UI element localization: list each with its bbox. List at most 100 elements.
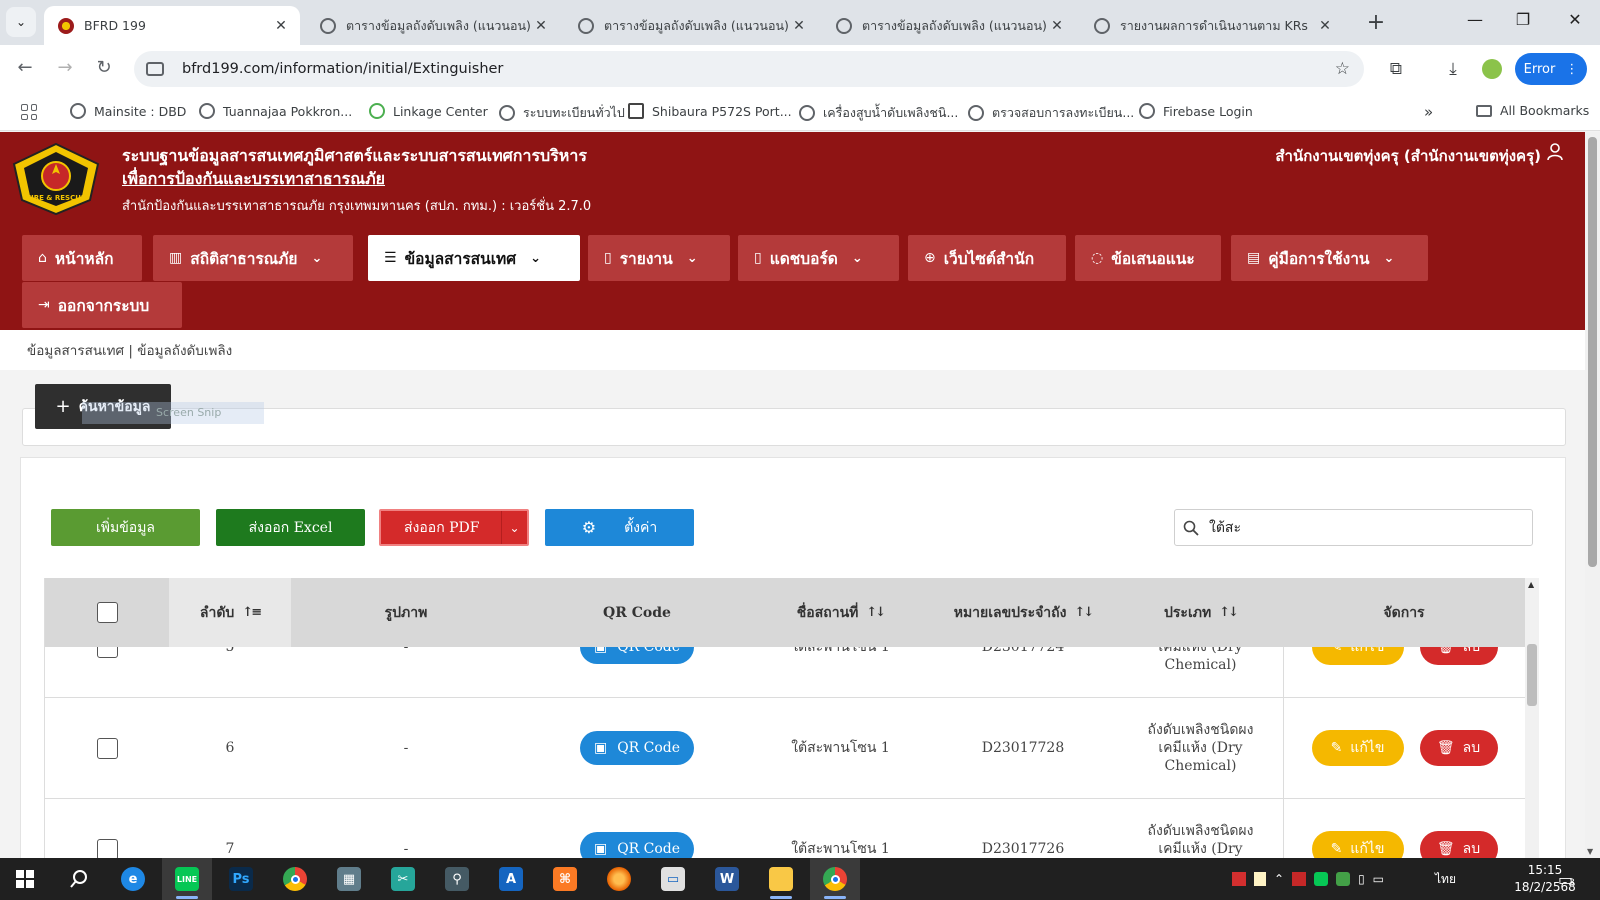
network-icon[interactable]: ▭ [1373,872,1384,886]
bookmark-item[interactable]: เครื่องสูบน้ำดับเพลิงชนิ... [799,103,958,123]
battery-icon[interactable]: ▯ [1358,872,1365,886]
delete-button[interactable]: 🗑 ลบ [1419,831,1498,858]
page-scrollbar-thumb[interactable] [1588,137,1597,567]
user-icon[interactable] [1547,143,1563,161]
taskbar-app-xampp[interactable]: ⌘ [540,858,590,900]
more-bookmarks-icon[interactable]: » [1424,103,1433,121]
chevron-down-icon[interactable]: ⌄ [501,511,527,544]
menu-website[interactable]: ⊕ เว็บไซต์สำนัก [908,235,1066,281]
site-info-icon[interactable] [146,62,164,76]
row-checkbox[interactable] [96,838,118,858]
tray-security-icon[interactable] [1336,872,1351,886]
bookmark-item[interactable]: ระบบทะเบียนทั่วไป [499,103,625,123]
browser-tab[interactable]: ตารางข้อมูลถังดับเพลิง (แนวนอน) 18 ✕ [822,6,1076,45]
window-close-icon[interactable]: ✕ [1560,10,1590,29]
taskbar-app-calculator[interactable]: ▦ [324,858,374,900]
tab-search-button[interactable]: ⌄ [6,7,36,37]
scroll-up-icon[interactable]: ▲ [1528,580,1534,589]
column-header-tank-number[interactable]: หมายเลขประจำถัง ↑↓ [928,578,1118,647]
user-name[interactable]: สำนักงานเขตทุ่งครุ (สำนักงานเขตทุ่งครุ) [1275,144,1541,168]
bookmark-item[interactable]: Firebase Login [1139,103,1253,119]
add-data-button[interactable]: เพิ่มข้อมูล [51,509,200,546]
download-icon[interactable]: ⤓ [1441,59,1465,79]
menu-reports[interactable]: ▯ รายงาน ⌄ [588,235,730,281]
taskbar-app-word[interactable]: W [702,858,752,900]
taskbar-app-satellite[interactable]: ⚲ [432,858,482,900]
menu-manual[interactable]: ▤ คู่มือการใช้งาน ⌄ [1231,235,1428,281]
taskbar-app-explorer[interactable] [756,858,806,900]
language-indicator[interactable]: ไทย [1435,858,1456,900]
bookmark-item[interactable]: ตรวจสอบการลงทะเบียน... [968,103,1134,123]
menu-logout[interactable]: ⇥ ออกจากระบบ [22,282,182,328]
edit-button[interactable]: ✎ แก้ไข [1311,831,1404,858]
row-checkbox[interactable] [96,647,118,658]
forward-icon[interactable]: → [52,57,78,78]
qr-code-button[interactable]: ▣ QR Code [580,731,694,765]
delete-button[interactable]: 🗑 ลบ [1419,647,1498,665]
bookmark-item[interactable]: Mainsite : DBD [70,103,186,119]
taskbar-app-ie[interactable]: e [108,858,158,900]
tray-app-icon[interactable] [1232,872,1246,886]
taskbar-app-snip[interactable]: ✂ [378,858,428,900]
new-tab-icon[interactable]: + [1364,10,1388,35]
browser-tab-active[interactable]: BFRD 199 ✕ [44,6,300,45]
address-bar[interactable]: bfrd199.com/information/initial/Extingui… [134,51,1364,87]
close-icon[interactable]: ✕ [272,18,290,34]
start-button[interactable] [0,858,50,900]
export-excel-button[interactable]: ส่งออก Excel [216,509,365,546]
column-header-order[interactable]: ลำดับ ↑≡ [169,578,291,647]
reload-icon[interactable]: ↻ [91,57,117,78]
taskbar-app-chrome[interactable] [270,858,320,900]
edit-button[interactable]: ✎ แก้ไข [1311,730,1404,766]
taskbar-app-firefox[interactable] [594,858,644,900]
taskbar-app-line[interactable]: LINE [162,858,212,900]
menu-information[interactable]: ☰ ข้อมูลสารสนเทศ ⌄ [368,235,580,281]
address-url[interactable]: bfrd199.com/information/initial/Extingui… [182,61,503,77]
restore-icon[interactable]: ❐ [1508,10,1538,29]
close-icon[interactable]: ✕ [1048,18,1066,34]
browser-tab[interactable]: ตารางข้อมูลถังดับเพลิง (แนวนอน) 18 ✕ [564,6,818,45]
bookmark-star-icon[interactable]: ☆ [1335,59,1350,79]
extensions-icon[interactable]: ⧉ [1384,59,1408,79]
menu-statistics[interactable]: ▥ สถิติสาธารณภัย ⌄ [153,235,353,281]
profile-avatar[interactable] [1482,59,1502,79]
menu-home[interactable]: ⌂ หน้าหลัก [22,235,142,281]
bookmark-item[interactable]: Linkage Center [369,103,488,119]
apps-grid-icon[interactable] [21,104,37,120]
browser-tab[interactable]: รายงานผลการดำเนินงานตาม KRs ✕ [1080,6,1344,45]
close-icon[interactable]: ✕ [790,18,808,34]
edit-button[interactable]: ✎ แก้ไข [1311,647,1404,665]
qr-code-button[interactable]: ▣ QR Code [580,647,694,664]
back-icon[interactable]: ← [12,57,38,78]
taskbar-app-navigator[interactable]: A [486,858,536,900]
bookmark-item[interactable]: Tuannajaa Pokkron... [199,103,352,119]
taskbar-search[interactable] [54,858,104,900]
tray-acrobat-icon[interactable] [1292,872,1307,886]
row-checkbox[interactable] [96,737,118,759]
taskbar-app-photoshop[interactable]: Ps [216,858,266,900]
menu-feedback[interactable]: ◌ ข้อเสนอแนะ [1075,235,1221,281]
menu-dashboard[interactable]: ▯ แดชบอร์ด ⌄ [738,235,899,281]
browser-tab[interactable]: ตารางข้อมูลถังดับเพลิง (แนวนอน) 18 ✕ [306,6,560,45]
page-scrollbar[interactable]: ▼ [1585,132,1600,858]
table-scrollbar-thumb[interactable] [1527,644,1537,706]
select-all-checkbox[interactable] [96,602,118,623]
qr-code-button[interactable]: ▣ QR Code [580,832,694,858]
minimize-icon[interactable]: — [1460,10,1490,29]
column-header-type[interactable]: ประเภท ↑↓ [1118,578,1283,647]
tray-note-icon[interactable] [1254,872,1266,886]
scroll-down-icon[interactable]: ▼ [1587,847,1593,856]
taskbar-app-chrome-active[interactable] [810,858,860,900]
bookmark-item[interactable]: Shibaura P572S Port... [628,103,792,119]
notification-center[interactable]: ▭ 3 [1558,858,1575,900]
close-icon[interactable]: ✕ [1316,18,1334,34]
tray-line-icon[interactable] [1314,872,1329,886]
all-bookmarks[interactable]: All Bookmarks [1476,103,1589,118]
settings-button[interactable]: ⚙ ตั้งค่า [545,509,694,546]
table-search-input[interactable]: ใต้สะ [1174,509,1533,546]
close-icon[interactable]: ✕ [532,18,550,34]
export-pdf-button[interactable]: ส่งออก PDF ⌄ [379,509,529,546]
taskbar-app-window[interactable]: ▭ [648,858,698,900]
column-header-place[interactable]: ชื่อสถานที่ ↑↓ [753,578,928,647]
error-chip-button[interactable]: Error ⋮ [1515,53,1587,85]
